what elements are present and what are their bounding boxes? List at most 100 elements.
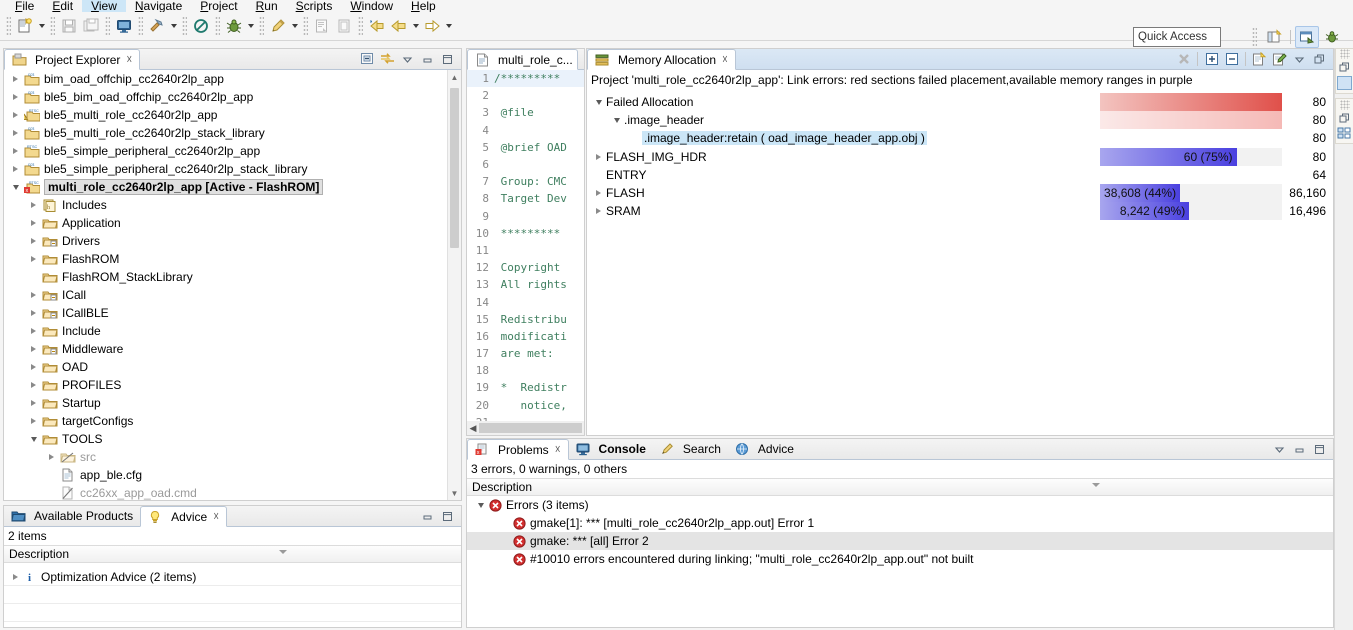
tree-item-startup[interactable]: Startup [4, 394, 461, 412]
expand-twisty-icon[interactable] [8, 106, 23, 124]
quick-access-input[interactable]: Quick Access [1133, 27, 1221, 47]
expand-twisty-icon[interactable] [26, 394, 41, 412]
tab-problems[interactable]: x Problems ☓ [467, 439, 569, 460]
code-line[interactable]: 19 * Redistr [467, 379, 584, 396]
advice-rows[interactable]: i Optimization Advice (2 items) [4, 568, 461, 627]
restore-icon[interactable] [1338, 112, 1351, 124]
menu-item-view[interactable]: View [82, 0, 126, 12]
expand-twisty-icon[interactable] [26, 286, 41, 304]
fastview-memory-allocation[interactable] [1335, 48, 1353, 94]
build-dropdown[interactable] [168, 15, 179, 37]
maximize-icon[interactable] [1311, 441, 1328, 458]
run-dropdown[interactable] [289, 15, 300, 37]
tree-item-drivers[interactable]: Drivers [4, 232, 461, 250]
collapse-twisty-icon[interactable] [473, 496, 488, 514]
tree-item-ble5_bim_oad_offchip_cc2640r2lp_app[interactable]: ccs ble5_bim_oad_offchip_cc2640r2lp_app [4, 88, 461, 106]
problems-rows[interactable]: Errors (3 items) gmake[1]: *** [multi_rol… [467, 496, 1333, 568]
code-line[interactable]: 12 Copyright [467, 259, 584, 276]
tree-item-ble5_simple_peripheral_cc2640r2lp_app[interactable]: RTSC ble5_simple_peripheral_cc2640r2lp_ap… [4, 142, 461, 160]
tab-project-explorer[interactable]: Project Explorer ☓ [4, 49, 141, 70]
new-file-dropdown[interactable] [36, 15, 47, 37]
code-line[interactable]: 20 notice, [467, 397, 584, 414]
collapse-twisty-icon[interactable] [8, 178, 23, 196]
debug-bug-icon[interactable] [223, 15, 245, 37]
tree-item-ble5_multi_role_cc2640r2lp_stack_library[interactable]: ccs ble5_multi_role_cc2640r2lp_stack_libr… [4, 124, 461, 142]
close-icon[interactable]: ☓ [555, 443, 561, 456]
expand-twisty-icon[interactable] [8, 568, 23, 586]
expand-twisty-icon[interactable] [26, 340, 41, 358]
back-star-icon[interactable] [366, 15, 388, 37]
memory-row[interactable]: FLASH_IMG_HDR 60 (75%) 80 [587, 147, 1333, 166]
code-line[interactable]: 4 [467, 122, 584, 139]
forward-dropdown[interactable] [443, 15, 454, 37]
tree-item-include[interactable]: Include [4, 322, 461, 340]
project-explorer-scrollbar[interactable]: ▲ ▼ [447, 70, 461, 500]
expand-twisty-icon[interactable] [26, 304, 41, 322]
expand-twisty-icon[interactable] [26, 250, 41, 268]
code-line[interactable]: 14 [467, 293, 584, 310]
expand-twisty-icon[interactable] [8, 142, 23, 160]
console-icon[interactable] [113, 15, 135, 37]
toolbar-grip-3[interactable] [105, 16, 110, 36]
memory-row[interactable]: ENTRY 64 [587, 166, 1333, 184]
no-entry-icon[interactable] [190, 15, 212, 37]
problems-column-header[interactable]: Description [467, 478, 1333, 496]
menu-item-run[interactable]: Run [247, 0, 287, 12]
tree-item-src[interactable]: src [4, 448, 461, 466]
toolbar-grip-7[interactable] [259, 16, 264, 36]
memory-row[interactable]: SRAM 8,242 (49%) 16,496 [587, 202, 1333, 221]
expand-all-icon[interactable] [1203, 51, 1220, 68]
menu-item-project[interactable]: Project [191, 0, 246, 12]
new-view-icon[interactable] [1251, 51, 1268, 68]
view-menu-icon[interactable] [1291, 51, 1308, 68]
code-line[interactable]: 3 @file [467, 104, 584, 121]
code-line[interactable]: 8 Target Dev [467, 190, 584, 207]
collapse-all-icon[interactable] [1223, 51, 1240, 68]
expand-twisty-icon[interactable] [26, 358, 41, 376]
tree-item-ble5_multi_role_cc2640r2lp_app[interactable]: RTSC! ble5_multi_role_cc2640r2lp_app [4, 106, 461, 124]
debug-dropdown[interactable] [245, 15, 256, 37]
code-line[interactable]: 10 ********* [467, 225, 584, 242]
tab-editor-file[interactable]: multi_role_c... [467, 49, 578, 70]
tree-item-flashrom[interactable]: FlashROM [4, 250, 461, 268]
forward-arrow-icon[interactable] [421, 15, 443, 37]
close-icon[interactable]: ☓ [213, 510, 219, 523]
minimize-icon[interactable] [419, 508, 436, 525]
chevron-down-icon[interactable] [279, 550, 287, 554]
tab-console[interactable]: Console [569, 439, 653, 459]
minimize-icon[interactable] [1291, 441, 1308, 458]
tab-advice[interactable]: Advice ☓ [140, 506, 228, 527]
expand-twisty-icon[interactable] [591, 184, 606, 202]
project-tree[interactable]: ccs bim_oad_offchip_cc2640r2lp_app ccs ble5… [4, 70, 461, 500]
problem-row[interactable]: Errors (3 items) [467, 496, 1333, 514]
expand-twisty-icon[interactable] [8, 88, 23, 106]
tree-item-cc26xx_app_oadcmd[interactable]: cc26xx_app_oad.cmd [4, 484, 461, 500]
memory-row[interactable]: FLASH 38,608 (44%) 86,160 [587, 183, 1333, 203]
code-area[interactable]: 1/********* 2 3 @file 4 5 @brief OAD 6 7 Group… [467, 70, 584, 421]
code-line[interactable]: 15 Redistribu [467, 311, 584, 328]
toolbar-grip-9[interactable] [358, 16, 363, 36]
tree-item-tools[interactable]: TOOLS [4, 430, 461, 448]
memory-row[interactable]: .image_header:retain ( oad_image_header_… [587, 129, 1333, 147]
expand-twisty-icon[interactable] [26, 232, 41, 250]
toolbar-grip-2[interactable] [50, 16, 55, 36]
collapse-twisty-icon[interactable] [591, 93, 606, 111]
expand-twisty-icon[interactable] [8, 160, 23, 178]
maximize-icon[interactable] [439, 508, 456, 525]
advice-column-header[interactable]: Description [4, 545, 461, 563]
code-line[interactable]: 2 [467, 87, 584, 104]
scroll-thumb[interactable] [479, 423, 582, 433]
restore-icon[interactable] [1311, 51, 1328, 68]
memory-allocation-table[interactable]: Failed Allocation 80 .image_header 80 .image… [587, 93, 1333, 435]
advice-row[interactable]: i Optimization Advice (2 items) [4, 568, 461, 586]
fastview-grip[interactable] [1339, 49, 1350, 59]
problem-row[interactable]: gmake: *** [all] Error 2 [467, 532, 1333, 550]
code-line[interactable]: 5 @brief OAD [467, 139, 584, 156]
tree-item-ble5_simple_peripheral_cc2640r2lp_stack_library[interactable]: ccs ble5_simple_peripheral_cc2640r2lp_sta… [4, 160, 461, 178]
problem-row[interactable]: #10010 errors encountered during linking… [467, 550, 1333, 568]
new-file-icon[interactable] [14, 15, 36, 37]
minimize-icon[interactable] [419, 51, 436, 68]
run-pencil-icon[interactable] [267, 15, 289, 37]
fastview-outline[interactable] [1335, 98, 1353, 144]
memory-row[interactable]: .image_header 80 [587, 111, 1333, 130]
